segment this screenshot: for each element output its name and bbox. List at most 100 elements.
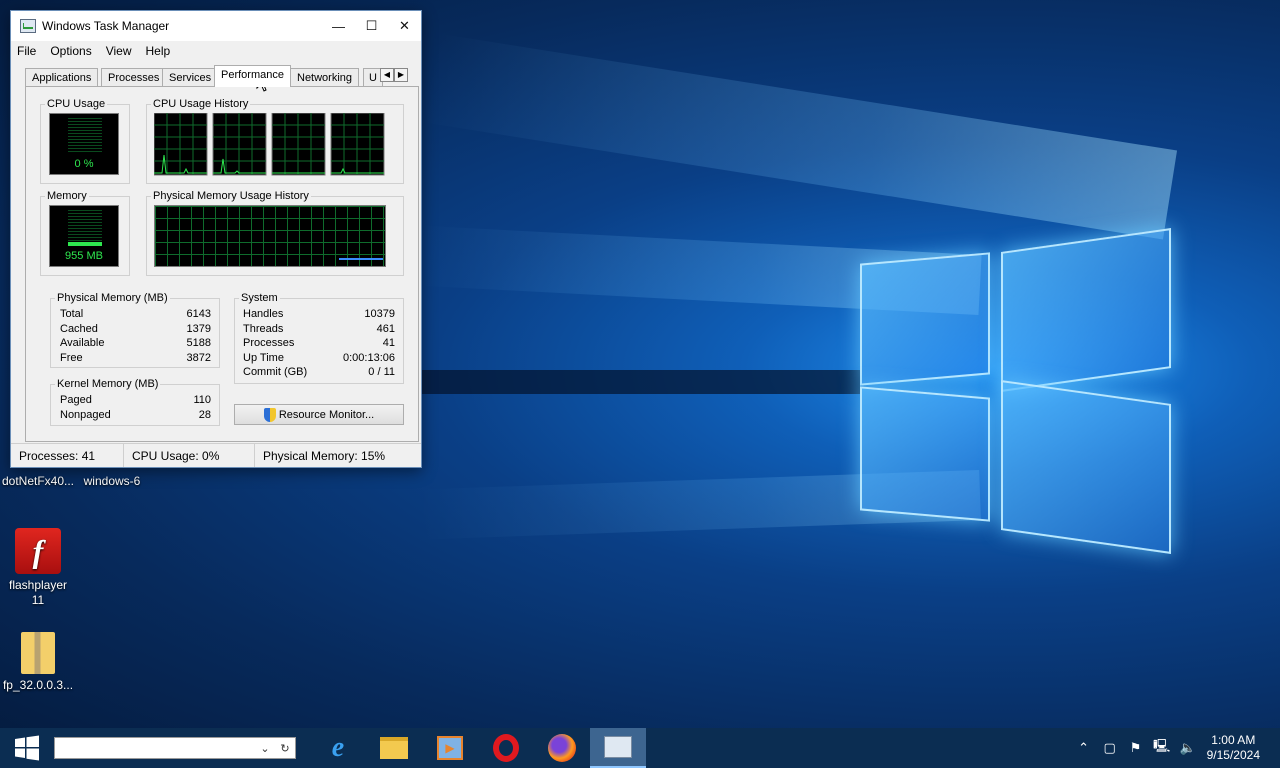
menu-file[interactable]: File <box>17 44 36 58</box>
desktop-icon-label: flashplayer <box>8 578 68 592</box>
action-center-flag-icon[interactable]: ⚑ <box>1123 740 1149 756</box>
wallpaper-pane <box>860 252 990 386</box>
tab-processes[interactable]: Processes <box>101 68 167 87</box>
physical-memory-title: Physical Memory (MB) <box>55 292 170 304</box>
tab-networking[interactable]: Networking <box>290 68 360 87</box>
stat-row-available: Available 5188 <box>60 337 211 349</box>
memory-meter: 955 MB <box>49 205 119 267</box>
show-hidden-icons-chevron-icon[interactable]: ⌃ <box>1071 740 1097 756</box>
stat-row-handles: Handles 10379 <box>243 308 395 320</box>
opera-icon <box>493 734 519 762</box>
windows-logo-icon <box>15 735 39 761</box>
window-title: Windows Task Manager <box>42 19 170 33</box>
cpu-core-graph-1 <box>154 113 208 176</box>
refresh-icon[interactable]: ↻ <box>275 742 295 755</box>
zip-folder-icon <box>21 632 55 674</box>
cpu-history-graphs <box>154 113 385 176</box>
stat-row-processes: Processes 41 <box>243 337 395 349</box>
taskbar-media-player[interactable]: ▶ <box>422 728 478 768</box>
cpu-usage-group: CPU Usage 0 % <box>40 98 130 184</box>
menu-view[interactable]: View <box>106 44 132 58</box>
clock-time: 1:00 AM <box>1211 733 1256 747</box>
system-tray: ⌃ ▢ ⚑ 🖳 🔈 1:00 AM 9/15/2024 <box>1071 728 1280 768</box>
desktop-icon-fp-zip[interactable]: fp_32.0.0.3... <box>0 632 76 693</box>
uac-shield-icon <box>263 407 276 422</box>
menu-help[interactable]: Help <box>146 44 171 58</box>
task-manager-icon <box>604 736 632 758</box>
desktop-icon-label: 11 <box>31 593 45 607</box>
memory-value: 955 MB <box>65 250 103 262</box>
search-input[interactable]: ⌄ ↻ <box>54 737 296 759</box>
desktop-icon-label: dotNetFx40... <box>1 474 75 488</box>
performance-panel: CPU Usage 0 % CPU Usage History Memory 9… <box>25 86 419 442</box>
close-button[interactable]: ✕ <box>388 11 421 41</box>
resource-monitor-label: Resource Monitor... <box>278 408 375 421</box>
wallpaper-pane <box>1001 380 1171 554</box>
physical-memory-group: Physical Memory (MB) Total 6143 Cached 137… <box>50 292 220 368</box>
media-player-icon: ▶ <box>437 736 463 760</box>
memory-history-line <box>339 258 383 260</box>
cpu-meter-bar <box>68 118 102 154</box>
taskbar-opera[interactable] <box>478 728 534 768</box>
tab-services[interactable]: Services <box>162 68 219 87</box>
cpu-core-graph-3 <box>271 113 326 176</box>
desktop-icon-dotnet[interactable]: dotNetFx40... <box>0 474 76 489</box>
taskbar-firefox[interactable] <box>534 728 590 768</box>
desktop-icon-label: windows-6 <box>83 474 141 488</box>
stat-row-paged: Paged 110 <box>60 394 211 406</box>
volume-muted-icon[interactable]: 🔈 <box>1175 740 1201 756</box>
cpu-usage-label: CPU Usage <box>45 98 108 110</box>
status-cpu: CPU Usage: 0% <box>124 444 255 467</box>
tab-strip: Applications Processes Services Performa… <box>25 65 409 87</box>
memory-meter-bar <box>68 210 102 246</box>
firefox-icon <box>548 734 576 762</box>
status-bar: Processes: 41 CPU Usage: 0% Physical Mem… <box>11 443 421 467</box>
cpu-usage-meter: 0 % <box>49 113 119 175</box>
resource-monitor-button[interactable]: Resource Monitor... <box>234 404 404 425</box>
status-processes: Processes: 41 <box>11 444 124 467</box>
memory-history-graph <box>154 205 386 267</box>
system-group: System Handles 10379 Threads 461 Processes… <box>234 292 404 384</box>
cpu-history-label: CPU Usage History <box>151 98 251 110</box>
dropdown-chevron-icon[interactable]: ⌄ <box>255 742 275 755</box>
menu-bar: File Options View Help <box>11 41 421 61</box>
desktop-icon-label: fp_32.0.0.3... <box>2 678 74 692</box>
wallpaper-pane <box>1001 228 1171 392</box>
taskbar-internet-explorer[interactable]: e <box>310 728 366 768</box>
clock[interactable]: 1:00 AM 9/15/2024 <box>1201 733 1280 763</box>
task-manager-icon <box>20 19 36 33</box>
stat-row-threads: Threads 461 <box>243 322 395 335</box>
stat-row-total: Total 6143 <box>60 308 211 320</box>
memory-group: Memory 955 MB <box>40 190 130 276</box>
cpu-usage-value: 0 % <box>74 158 94 170</box>
taskbar-file-explorer[interactable] <box>366 728 422 768</box>
start-button[interactable] <box>0 728 54 768</box>
desktop-icon-flashplayer[interactable]: f flashplayer 11 <box>0 528 76 608</box>
kernel-memory-group: Kernel Memory (MB) Paged 110 Nonpaged 28 <box>50 378 220 426</box>
memory-history-group: Physical Memory Usage History <box>146 190 404 276</box>
stat-row-commit: Commit (GB) 0 / 11 <box>243 366 395 378</box>
network-icon[interactable]: 🖳 <box>1149 737 1175 759</box>
stat-row-uptime: Up Time 0:00:13:06 <box>243 351 395 364</box>
taskbar-task-manager[interactable] <box>590 728 646 768</box>
maximize-button[interactable]: ☐ <box>355 11 388 41</box>
menu-options[interactable]: Options <box>50 44 91 58</box>
tab-scroll-left-icon[interactable]: ◀ <box>380 68 394 82</box>
task-manager-window[interactable]: Windows Task Manager — ☐ ✕ File Options … <box>10 10 422 468</box>
tab-scroll-right-icon[interactable]: ▶ <box>394 68 408 82</box>
desktop-icon-windows6[interactable]: windows-6 <box>74 474 150 489</box>
memory-label: Memory <box>45 190 89 202</box>
clock-date: 9/15/2024 <box>1206 748 1260 762</box>
tab-applications[interactable]: Applications <box>25 68 99 87</box>
tab-performance[interactable]: Performance <box>214 65 291 87</box>
minimize-button[interactable]: — <box>322 11 355 41</box>
internet-explorer-icon: e <box>331 732 345 763</box>
memory-history-label: Physical Memory Usage History <box>151 190 311 202</box>
title-bar[interactable]: Windows Task Manager — ☐ ✕ <box>11 11 421 41</box>
stat-row-nonpaged: Nonpaged 28 <box>60 408 211 421</box>
kernel-memory-title: Kernel Memory (MB) <box>55 378 161 390</box>
cpu-history-group: CPU Usage History <box>146 98 404 184</box>
wallpaper-light-ray <box>422 33 1178 240</box>
tray-app-icon[interactable]: ▢ <box>1097 740 1123 756</box>
stat-row-cached: Cached 1379 <box>60 322 211 335</box>
